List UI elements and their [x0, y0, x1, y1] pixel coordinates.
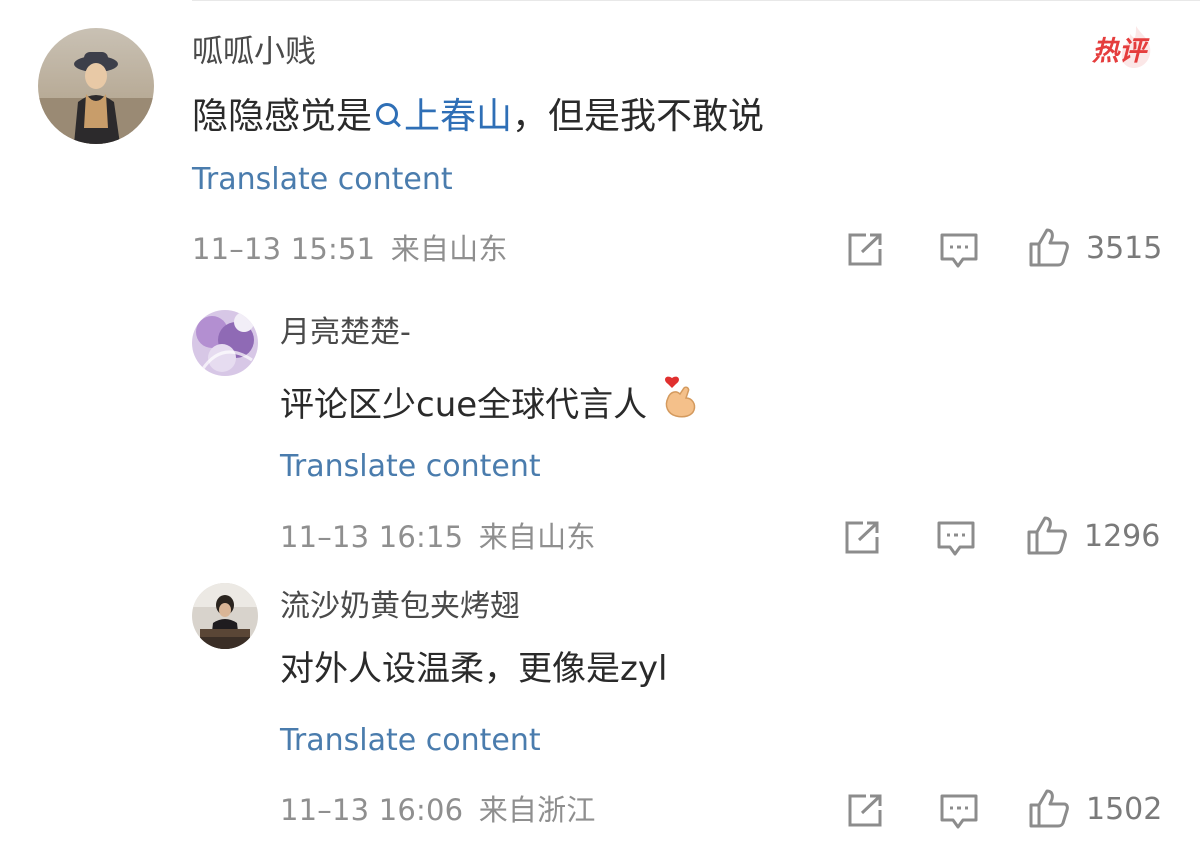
share-icon[interactable] — [843, 520, 881, 556]
like-count: 1296 — [1084, 519, 1161, 554]
like-count: 3515 — [1086, 231, 1163, 266]
hot-comment-badge: 热评 — [1090, 24, 1160, 74]
topic-link[interactable]: 上春山 — [372, 96, 512, 137]
timestamp: 11–13 16:06 — [280, 793, 464, 827]
like-icon[interactable] — [1028, 226, 1070, 268]
location: 来自浙江 — [478, 793, 596, 827]
location: 来自山东 — [478, 520, 596, 554]
comment-icon[interactable] — [939, 793, 979, 831]
like-button[interactable]: 1296 — [1026, 514, 1166, 560]
comment-icon[interactable] — [936, 520, 976, 558]
translate-link[interactable]: Translate content — [280, 726, 541, 756]
timestamp: 11–13 16:15 — [280, 520, 464, 554]
reply-meta: 11–13 16:06 来自浙江 — [280, 796, 596, 825]
like-icon[interactable] — [1026, 514, 1068, 556]
avatar[interactable] — [192, 583, 258, 649]
reply-text: 对外人设温柔，更像是zyl — [280, 649, 668, 689]
search-icon — [376, 103, 399, 125]
like-button[interactable]: 3515 — [1028, 226, 1168, 272]
timestamp: 11–13 15:51 — [192, 232, 376, 266]
reply-username[interactable]: 月亮楚楚- — [280, 318, 411, 348]
comment-meta: 11–13 15:51 来自山东 — [192, 235, 508, 264]
share-icon[interactable] — [846, 232, 884, 268]
reply-username[interactable]: 流沙奶黄包夹烤翅 — [280, 592, 520, 622]
top-divider — [192, 0, 1200, 1]
like-icon[interactable] — [1028, 787, 1070, 829]
translate-link[interactable]: Translate content — [192, 165, 453, 195]
reply-text: 评论区少cue全球代言人 — [280, 376, 698, 424]
like-button[interactable]: 1502 — [1028, 787, 1168, 833]
avatar[interactable] — [192, 310, 258, 376]
translate-link[interactable]: Translate content — [280, 452, 541, 482]
comment-icon[interactable] — [939, 232, 979, 270]
like-count: 1502 — [1086, 792, 1163, 827]
comment-text: 隐隐感觉是 上春山，但是我不敢说 — [192, 96, 765, 137]
comment-username[interactable]: 呱呱小贱 — [192, 37, 316, 68]
finger-heart-emoji — [658, 376, 698, 424]
location: 来自山东 — [390, 232, 508, 266]
avatar[interactable] — [38, 28, 154, 144]
share-icon[interactable] — [846, 793, 884, 829]
reply-meta: 11–13 16:15 来自山东 — [280, 523, 596, 552]
